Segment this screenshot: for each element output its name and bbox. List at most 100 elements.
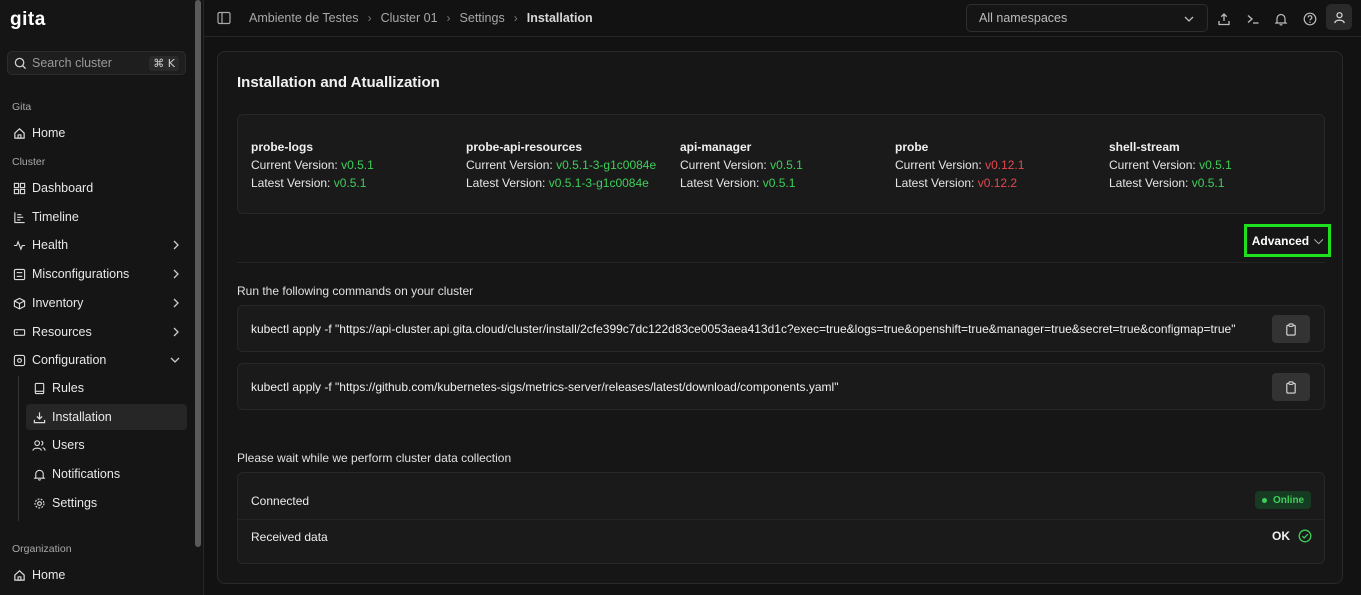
- sidebar-item-installation[interactable]: Installation: [26, 404, 187, 430]
- sidebar-item-label: Dashboard: [32, 181, 94, 195]
- upload-icon: [1218, 13, 1230, 26]
- check-circle-icon: [1298, 529, 1312, 543]
- upload-button[interactable]: [1213, 8, 1235, 30]
- search-cluster-input[interactable]: Search cluster ⌘ K: [7, 51, 186, 75]
- component-name: probe-api-resources: [466, 140, 583, 154]
- latest-version-label: Latest Version:: [466, 176, 546, 190]
- sidebar-item-health[interactable]: Health: [6, 232, 187, 258]
- sidebar-item-label: Home: [32, 568, 66, 582]
- sidebar-item-label: Home: [32, 126, 66, 140]
- component-probe-logs: probe-logs Current Version: v0.5.1 Lates…: [251, 138, 374, 192]
- terminal-button[interactable]: [1242, 8, 1264, 30]
- misconfig-icon: [12, 267, 26, 281]
- submenu-guide-line: [18, 376, 19, 521]
- search-icon: [14, 57, 27, 69]
- sidebar-item-label: Installation: [52, 410, 112, 424]
- chevron-down-icon: [1184, 16, 1194, 22]
- latest-version: v0.5.1: [1191, 176, 1225, 190]
- top-bar: Ambiente de Testes › Cluster 01 › Settin…: [204, 0, 1361, 37]
- namespace-value: All namespaces: [979, 11, 1068, 25]
- current-version-label: Current Version:: [1109, 158, 1196, 172]
- command-block: kubectl apply -f "https://api-cluster.ap…: [237, 305, 1325, 352]
- user-menu-button[interactable]: [1326, 4, 1352, 30]
- status-badge-text: Online: [1273, 494, 1305, 506]
- toggle-sidebar-icon[interactable]: [217, 11, 231, 25]
- sidebar-item-inventory[interactable]: Inventory: [6, 290, 187, 316]
- sidebar-item-label: Notifications: [52, 467, 121, 481]
- sidebar-item-notifications[interactable]: Notifications: [26, 461, 187, 487]
- sidebar-item-label: Rules: [52, 381, 84, 395]
- latest-version-label: Latest Version:: [1109, 176, 1189, 190]
- chevron-right-icon: ›: [367, 11, 372, 25]
- chevron-down-icon: [170, 357, 180, 363]
- latest-version: v0.5.1: [762, 176, 796, 190]
- current-version: v0.5.1: [341, 158, 374, 172]
- advanced-toggle-button[interactable]: Advanced ⌵: [1244, 224, 1331, 257]
- sidebar-item-timeline[interactable]: Timeline: [6, 204, 187, 230]
- sidebar-item-label: Settings: [52, 496, 98, 510]
- home-icon: [12, 568, 26, 582]
- sidebar-item-settings[interactable]: Settings: [26, 490, 187, 516]
- sidebar-item-label: Inventory: [32, 296, 84, 310]
- sidebar-scrollbar[interactable]: [195, 0, 201, 547]
- command-block: kubectl apply -f "https://github.com/kub…: [237, 363, 1325, 410]
- sidebar-item-resources[interactable]: Resources: [6, 319, 187, 345]
- notifications-button[interactable]: [1270, 8, 1292, 30]
- config-icon: [12, 353, 26, 367]
- user-icon: [1333, 11, 1345, 23]
- chevron-right-icon: ›: [446, 11, 451, 25]
- copy-button[interactable]: [1272, 373, 1310, 401]
- component-name: shell-stream: [1109, 140, 1180, 154]
- latest-version-label: Latest Version:: [680, 176, 760, 190]
- section-label-organization: Organization: [12, 543, 72, 555]
- collection-wait-label: Please wait while we perform cluster dat…: [237, 451, 512, 465]
- sidebar-item-label: Configuration: [32, 353, 107, 367]
- command-text[interactable]: kubectl apply -f "https://api-cluster.ap…: [251, 322, 1235, 336]
- sidebar-item-home[interactable]: Home: [6, 120, 187, 146]
- activity-icon: [12, 238, 26, 252]
- sidebar-item-org-home[interactable]: Home: [6, 562, 187, 588]
- breadcrumb-current: Installation: [526, 11, 593, 25]
- timeline-icon: [12, 210, 26, 224]
- sidebar-item-label: Misconfigurations: [32, 267, 130, 281]
- help-button[interactable]: [1299, 8, 1321, 30]
- box-icon: [12, 296, 26, 310]
- download-icon: [32, 410, 46, 424]
- search-placeholder: Search cluster: [32, 56, 112, 70]
- app-logo[interactable]: gita: [10, 9, 46, 31]
- dashboard-icon: [12, 181, 26, 195]
- current-version: v0.5.1: [1199, 158, 1232, 172]
- chevron-right-icon: [173, 240, 179, 250]
- breadcrumb-item[interactable]: Ambiente de Testes: [249, 11, 359, 25]
- copy-button[interactable]: [1272, 315, 1310, 343]
- clipboard-icon: [1286, 380, 1296, 394]
- server-icon: [12, 325, 26, 339]
- namespace-select[interactable]: All namespaces: [966, 4, 1208, 32]
- chevron-right-icon: [173, 327, 179, 337]
- current-version-label: Current Version:: [895, 158, 982, 172]
- gear-icon: [32, 496, 46, 510]
- terminal-icon: [1247, 15, 1259, 24]
- sidebar-item-users[interactable]: Users: [26, 432, 187, 458]
- breadcrumb-item[interactable]: Settings: [460, 11, 505, 25]
- home-icon: [12, 126, 26, 140]
- sidebar-item-misconfigurations[interactable]: Misconfigurations: [6, 261, 187, 287]
- advanced-row: [237, 215, 1325, 263]
- latest-version: v0.5.1: [333, 176, 367, 190]
- help-icon: [1303, 12, 1317, 26]
- installation-card: Installation and Atuallization probe-log…: [217, 51, 1343, 584]
- command-text[interactable]: kubectl apply -f "https://github.com/kub…: [251, 380, 838, 394]
- component-shell-stream: shell-stream Current Version: v0.5.1 Lat…: [1109, 138, 1232, 192]
- breadcrumb-item[interactable]: Cluster 01: [381, 11, 438, 25]
- sidebar-item-dashboard[interactable]: Dashboard: [6, 175, 187, 201]
- component-name: probe-logs: [251, 140, 313, 154]
- component-api-manager: api-manager Current Version: v0.5.1 Late…: [680, 138, 803, 192]
- current-version-label: Current Version:: [680, 158, 767, 172]
- sidebar-item-rules[interactable]: Rules: [26, 375, 187, 401]
- search-shortcut: ⌘ K: [149, 55, 179, 71]
- bell-icon: [1274, 13, 1288, 26]
- sidebar-item-configuration[interactable]: Configuration: [6, 347, 187, 373]
- received-data-value: OK: [1272, 529, 1290, 543]
- sidebar-item-label: Timeline: [32, 210, 79, 224]
- run-commands-label: Run the following commands on your clust…: [237, 284, 474, 298]
